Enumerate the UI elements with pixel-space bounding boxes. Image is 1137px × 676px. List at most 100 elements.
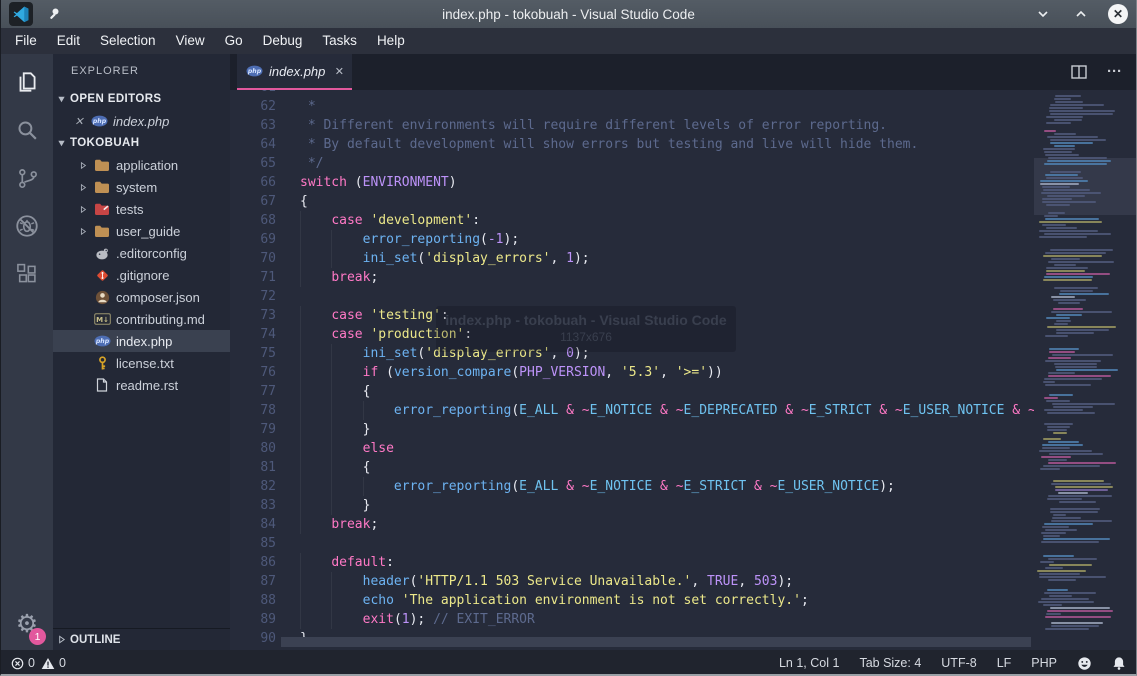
menu-item-file[interactable]: File (5, 28, 47, 54)
project-folder-header[interactable]: TOKOBUAH (53, 132, 230, 154)
errors-indicator[interactable]: 0 (11, 656, 35, 670)
tree-item-composer-json[interactable]: composer.json (53, 286, 230, 308)
horizontal-scrollbar[interactable] (281, 637, 1031, 647)
minimap-line (1044, 151, 1072, 153)
tree-item-gitignore[interactable]: .gitignore (53, 264, 230, 286)
tree-item-tests[interactable]: tests (53, 198, 230, 220)
status-ln-1-col-1[interactable]: Ln 1, Col 1 (779, 656, 839, 670)
minimap[interactable] (1034, 90, 1136, 650)
code-line-80[interactable]: 80 else (230, 439, 1036, 458)
code-line-66[interactable]: 66switch (ENVIRONMENT) (230, 173, 1036, 192)
code-line-74[interactable]: 74 case 'production': (230, 325, 1036, 344)
tree-item-application[interactable]: application (53, 154, 230, 176)
code-line-88[interactable]: 88 echo 'The application environment is … (230, 591, 1036, 610)
code-line-84[interactable]: 84 break; (230, 515, 1036, 534)
code-line-73[interactable]: 73 case 'testing': (230, 306, 1036, 325)
minimap-line (1047, 326, 1116, 328)
menu-item-view[interactable]: View (166, 28, 215, 54)
notifications-bell-icon[interactable] (1112, 656, 1126, 671)
code-line-62[interactable]: 62 * (230, 97, 1036, 116)
close-editor-icon[interactable]: ✕ (73, 115, 85, 128)
minimap-line (1053, 299, 1086, 301)
pin-icon[interactable] (45, 6, 61, 22)
tree-item-index-php[interactable]: phpindex.php (53, 330, 230, 352)
tab-index-php[interactable]: php index.php ✕ (237, 54, 352, 90)
code-line-68[interactable]: 68 case 'development': (230, 211, 1036, 230)
code-line-86[interactable]: 86 default: (230, 553, 1036, 572)
code-line-78[interactable]: 78 error_reporting(E_ALL & ~E_NOTICE & ~… (230, 401, 1036, 420)
tree-item-license-txt[interactable]: license.txt (53, 352, 230, 374)
minimap-line (1051, 311, 1112, 313)
code-line-83[interactable]: 83 } (230, 496, 1036, 515)
minimap-line (1050, 139, 1106, 141)
menu-item-tasks[interactable]: Tasks (312, 28, 367, 54)
menu-item-go[interactable]: Go (215, 28, 253, 54)
minimap-line (1053, 514, 1066, 516)
close-window-icon[interactable]: ✕ (1108, 4, 1128, 24)
code-line-87[interactable]: 87 header('HTTP/1.1 503 Service Unavaila… (230, 572, 1036, 591)
open-editor-index-php[interactable]: ✕ php index.php (53, 110, 230, 132)
more-actions-icon[interactable]: ··· (1107, 68, 1122, 76)
split-editor-icon[interactable] (1071, 65, 1087, 79)
status-utf-8[interactable]: UTF-8 (941, 656, 976, 670)
minimap-line (1047, 429, 1067, 431)
status-tab-size-4[interactable]: Tab Size: 4 (859, 656, 921, 670)
minimap-line (1049, 453, 1103, 455)
line-number: 74 (230, 325, 276, 344)
minimap-line (1045, 218, 1099, 220)
tree-item-contributing-md[interactable]: M↓contributing.md (53, 308, 230, 330)
code-line-72[interactable]: 72 (230, 287, 1036, 306)
code-line-64[interactable]: 64 * By default development will show er… (230, 135, 1036, 154)
open-editors-header[interactable]: OPEN EDITORS (53, 88, 230, 110)
minimap-line (1054, 98, 1071, 100)
code-line-71[interactable]: 71 break; (230, 268, 1036, 287)
minimap-line (1050, 607, 1110, 609)
minimize-icon[interactable] (1032, 3, 1054, 25)
code-line-65[interactable]: 65 */ (230, 154, 1036, 173)
status-lf[interactable]: LF (997, 656, 1012, 670)
minimap-line (1054, 264, 1076, 266)
menu-item-help[interactable]: Help (367, 28, 415, 54)
warnings-indicator[interactable]: 0 (41, 656, 66, 670)
warning-icon (41, 657, 55, 670)
code-line-75[interactable]: 75 ini_set('display_errors', 0); (230, 344, 1036, 363)
close-tab-icon[interactable]: ✕ (335, 65, 344, 78)
tree-item-user_guide[interactable]: user_guide (53, 220, 230, 242)
problems-summary[interactable]: 0 0 (11, 656, 66, 670)
feedback-smiley-icon[interactable] (1077, 656, 1092, 671)
code-line-76[interactable]: 76 if (version_compare(PHP_VERSION, '5.3… (230, 363, 1036, 382)
editor-actions: ··· (1071, 54, 1122, 90)
activity-source-control-button[interactable] (1, 154, 53, 202)
tree-item-readme-rst[interactable]: readme.rst (53, 374, 230, 396)
code-line-77[interactable]: 77 { (230, 382, 1036, 401)
menu-item-selection[interactable]: Selection (90, 28, 166, 54)
code-line-63[interactable]: 63 * Different environments will require… (230, 116, 1036, 135)
menu-item-debug[interactable]: Debug (253, 28, 313, 54)
code-line-79[interactable]: 79 } (230, 420, 1036, 439)
status-php[interactable]: PHP (1031, 656, 1057, 670)
code-line-89[interactable]: 89 exit(1); // EXIT_ERROR (230, 610, 1036, 629)
key-icon (93, 356, 111, 371)
code-line-69[interactable]: 69 error_reporting(-1); (230, 230, 1036, 249)
code-line-85[interactable]: 85 (230, 534, 1036, 553)
maximize-icon[interactable] (1070, 3, 1092, 25)
menu-item-edit[interactable]: Edit (47, 28, 90, 54)
outline-section-header[interactable]: OUTLINE (53, 628, 230, 650)
activity-extensions-button[interactable] (1, 250, 53, 298)
minimap-line (1048, 157, 1107, 159)
indent-guide (331, 591, 332, 610)
code-line-70[interactable]: 70 ini_set('display_errors', 1); (230, 249, 1036, 268)
minimap-line (1054, 363, 1097, 365)
settings-button[interactable]: ⚙ 1 (1, 600, 53, 648)
code-line-61[interactable]: 61 * (230, 90, 1036, 97)
tree-item-system[interactable]: system (53, 176, 230, 198)
activity-debug-button[interactable] (1, 202, 53, 250)
minimap-line (1054, 145, 1075, 147)
activity-search-button[interactable] (1, 106, 53, 154)
code-editor[interactable]: 61 *62 *63 * Different environments will… (230, 90, 1136, 650)
code-line-67[interactable]: 67{ (230, 192, 1036, 211)
activity-explorer-button[interactable] (1, 58, 53, 106)
tree-item-editorconfig[interactable]: .editorconfig (53, 242, 230, 264)
code-line-82[interactable]: 82 error_reporting(E_ALL & ~E_NOTICE & ~… (230, 477, 1036, 496)
code-line-81[interactable]: 81 { (230, 458, 1036, 477)
